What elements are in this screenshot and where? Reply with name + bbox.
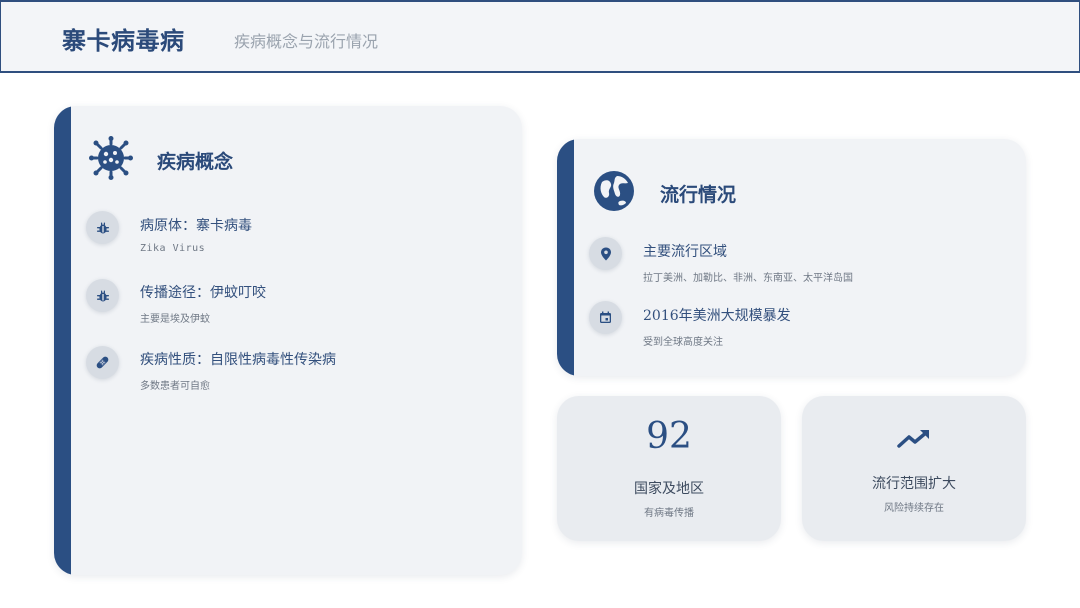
trending-up-icon: [802, 429, 1026, 453]
virus-icon: [89, 136, 133, 184]
location-pin-icon: [589, 237, 622, 270]
countries-stat-card: 92 国家及地区 有病毒传播: [557, 396, 781, 541]
accent-bar: [54, 106, 71, 575]
spread-stat-card: 流行范围扩大 风险持续存在: [802, 396, 1026, 541]
bandage-icon: [86, 346, 119, 379]
item-nature-desc: 多数患者可自愈: [140, 381, 210, 392]
globe-icon: [593, 170, 635, 216]
page-subtitle: 疾病概念与流行情况: [234, 32, 379, 51]
bug-icon: [86, 279, 119, 312]
item-region-desc: 拉丁美洲、加勒比、非洲、东南亚、太平洋岛国: [643, 273, 853, 284]
bug-icon: [86, 211, 119, 244]
countries-desc: 有病毒传播: [644, 508, 694, 519]
spread-label: 流行范围扩大: [872, 476, 956, 492]
header-bar: 寨卡病毒病 疾病概念与流行情况: [0, 0, 1080, 73]
disease-concept-card: 疾病概念 病原体：寨卡病毒 Zika Virus 传播途径：伊蚊叮咬 主要是埃及…: [54, 106, 522, 575]
item-outbreak-title: 2016年美洲大规模暴发: [643, 308, 791, 324]
item-outbreak-desc: 受到全球高度关注: [643, 337, 723, 348]
countries-label: 国家及地区: [634, 481, 704, 497]
item-pathogen-desc: Zika Virus: [140, 243, 206, 254]
item-region-title: 主要流行区域: [643, 244, 727, 260]
epidemic-status-card: 流行情况 主要流行区域 拉丁美洲、加勒比、非洲、东南亚、太平洋岛国 2016年美…: [557, 139, 1026, 376]
item-pathogen-title: 病原体：寨卡病毒: [140, 218, 252, 234]
item-nature-title: 疾病性质：自限性病毒性传染病: [140, 352, 336, 368]
spread-desc: 风险持续存在: [884, 503, 944, 514]
accent-bar: [557, 139, 574, 376]
calendar-icon: [589, 301, 622, 334]
epidemic-title: 流行情况: [660, 184, 737, 206]
page-title: 寨卡病毒病: [62, 26, 185, 55]
countries-count: 92: [646, 416, 692, 457]
item-transmission-title: 传播途径：伊蚊叮咬: [140, 285, 266, 301]
concept-title: 疾病概念: [157, 151, 234, 173]
item-transmission-desc: 主要是埃及伊蚊: [140, 314, 210, 325]
